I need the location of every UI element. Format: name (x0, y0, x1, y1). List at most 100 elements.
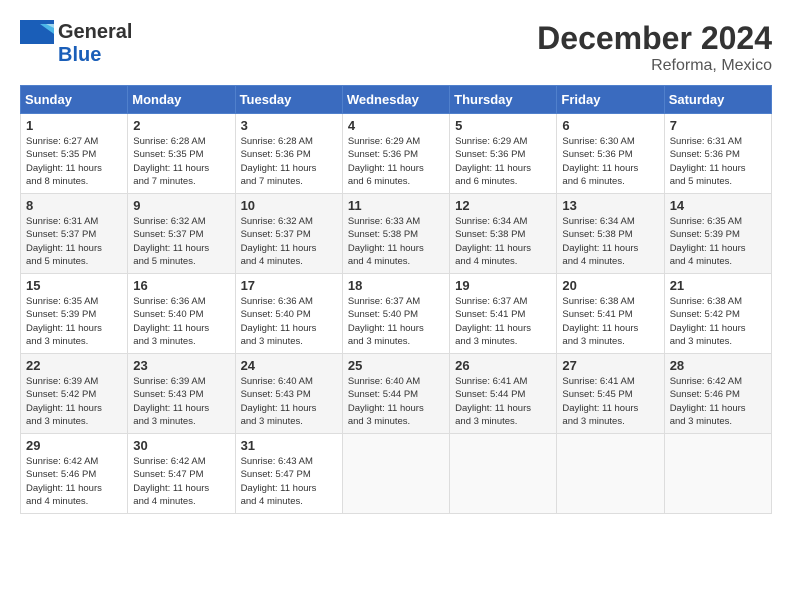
day-number: 6 (562, 118, 658, 133)
day-info: Sunrise: 6:30 AM Sunset: 5:36 PM Dayligh… (562, 135, 658, 188)
day-info: Sunrise: 6:29 AM Sunset: 5:36 PM Dayligh… (348, 135, 444, 188)
page-subtitle: Reforma, Mexico (537, 57, 772, 75)
day-number: 19 (455, 278, 551, 293)
table-row (450, 434, 557, 514)
table-row: 8 Sunrise: 6:31 AM Sunset: 5:37 PM Dayli… (21, 194, 128, 274)
day-number: 4 (348, 118, 444, 133)
day-info: Sunrise: 6:28 AM Sunset: 5:36 PM Dayligh… (241, 135, 337, 188)
day-info: Sunrise: 6:40 AM Sunset: 5:43 PM Dayligh… (241, 375, 337, 428)
day-number: 14 (670, 198, 766, 213)
calendar-row: 22 Sunrise: 6:39 AM Sunset: 5:42 PM Dayl… (21, 354, 772, 434)
day-number: 2 (133, 118, 229, 133)
day-info: Sunrise: 6:37 AM Sunset: 5:40 PM Dayligh… (348, 295, 444, 348)
calendar-row: 15 Sunrise: 6:35 AM Sunset: 5:39 PM Dayl… (21, 274, 772, 354)
day-number: 26 (455, 358, 551, 373)
day-number: 30 (133, 438, 229, 453)
page-title: December 2024 (537, 20, 772, 57)
col-tuesday: Tuesday (235, 86, 342, 114)
table-row: 25 Sunrise: 6:40 AM Sunset: 5:44 PM Dayl… (342, 354, 449, 434)
table-row: 18 Sunrise: 6:37 AM Sunset: 5:40 PM Dayl… (342, 274, 449, 354)
table-row: 19 Sunrise: 6:37 AM Sunset: 5:41 PM Dayl… (450, 274, 557, 354)
table-row: 26 Sunrise: 6:41 AM Sunset: 5:44 PM Dayl… (450, 354, 557, 434)
day-number: 13 (562, 198, 658, 213)
day-info: Sunrise: 6:42 AM Sunset: 5:46 PM Dayligh… (26, 455, 122, 508)
col-monday: Monday (128, 86, 235, 114)
day-info: Sunrise: 6:35 AM Sunset: 5:39 PM Dayligh… (670, 215, 766, 268)
day-info: Sunrise: 6:33 AM Sunset: 5:38 PM Dayligh… (348, 215, 444, 268)
day-number: 16 (133, 278, 229, 293)
table-row: 15 Sunrise: 6:35 AM Sunset: 5:39 PM Dayl… (21, 274, 128, 354)
table-row: 30 Sunrise: 6:42 AM Sunset: 5:47 PM Dayl… (128, 434, 235, 514)
day-info: Sunrise: 6:28 AM Sunset: 5:35 PM Dayligh… (133, 135, 229, 188)
day-number: 29 (26, 438, 122, 453)
day-number: 10 (241, 198, 337, 213)
table-row: 27 Sunrise: 6:41 AM Sunset: 5:45 PM Dayl… (557, 354, 664, 434)
table-row (557, 434, 664, 514)
table-row: 9 Sunrise: 6:32 AM Sunset: 5:37 PM Dayli… (128, 194, 235, 274)
day-number: 25 (348, 358, 444, 373)
table-row: 2 Sunrise: 6:28 AM Sunset: 5:35 PM Dayli… (128, 114, 235, 194)
calendar-row: 1 Sunrise: 6:27 AM Sunset: 5:35 PM Dayli… (21, 114, 772, 194)
logo: General Blue (20, 20, 132, 67)
day-info: Sunrise: 6:27 AM Sunset: 5:35 PM Dayligh… (26, 135, 122, 188)
table-row: 6 Sunrise: 6:30 AM Sunset: 5:36 PM Dayli… (557, 114, 664, 194)
table-row: 16 Sunrise: 6:36 AM Sunset: 5:40 PM Dayl… (128, 274, 235, 354)
table-row: 1 Sunrise: 6:27 AM Sunset: 5:35 PM Dayli… (21, 114, 128, 194)
day-info: Sunrise: 6:32 AM Sunset: 5:37 PM Dayligh… (241, 215, 337, 268)
day-number: 12 (455, 198, 551, 213)
logo-blue-text: Blue (58, 44, 101, 67)
col-sunday: Sunday (21, 86, 128, 114)
day-info: Sunrise: 6:42 AM Sunset: 5:47 PM Dayligh… (133, 455, 229, 508)
table-row: 24 Sunrise: 6:40 AM Sunset: 5:43 PM Dayl… (235, 354, 342, 434)
col-wednesday: Wednesday (342, 86, 449, 114)
day-info: Sunrise: 6:34 AM Sunset: 5:38 PM Dayligh… (455, 215, 551, 268)
table-row: 29 Sunrise: 6:42 AM Sunset: 5:46 PM Dayl… (21, 434, 128, 514)
day-number: 31 (241, 438, 337, 453)
day-number: 15 (26, 278, 122, 293)
day-number: 27 (562, 358, 658, 373)
day-number: 5 (455, 118, 551, 133)
day-info: Sunrise: 6:35 AM Sunset: 5:39 PM Dayligh… (26, 295, 122, 348)
table-row: 20 Sunrise: 6:38 AM Sunset: 5:41 PM Dayl… (557, 274, 664, 354)
col-friday: Friday (557, 86, 664, 114)
day-number: 17 (241, 278, 337, 293)
table-row: 31 Sunrise: 6:43 AM Sunset: 5:47 PM Dayl… (235, 434, 342, 514)
table-row: 4 Sunrise: 6:29 AM Sunset: 5:36 PM Dayli… (342, 114, 449, 194)
table-row: 17 Sunrise: 6:36 AM Sunset: 5:40 PM Dayl… (235, 274, 342, 354)
day-info: Sunrise: 6:37 AM Sunset: 5:41 PM Dayligh… (455, 295, 551, 348)
day-info: Sunrise: 6:41 AM Sunset: 5:45 PM Dayligh… (562, 375, 658, 428)
day-number: 18 (348, 278, 444, 293)
table-row: 11 Sunrise: 6:33 AM Sunset: 5:38 PM Dayl… (342, 194, 449, 274)
day-number: 23 (133, 358, 229, 373)
day-info: Sunrise: 6:38 AM Sunset: 5:41 PM Dayligh… (562, 295, 658, 348)
day-number: 8 (26, 198, 122, 213)
day-info: Sunrise: 6:41 AM Sunset: 5:44 PM Dayligh… (455, 375, 551, 428)
table-row: 14 Sunrise: 6:35 AM Sunset: 5:39 PM Dayl… (664, 194, 771, 274)
day-info: Sunrise: 6:36 AM Sunset: 5:40 PM Dayligh… (241, 295, 337, 348)
table-row: 21 Sunrise: 6:38 AM Sunset: 5:42 PM Dayl… (664, 274, 771, 354)
day-number: 7 (670, 118, 766, 133)
day-info: Sunrise: 6:39 AM Sunset: 5:42 PM Dayligh… (26, 375, 122, 428)
page-header: General Blue December 2024 Reforma, Mexi… (20, 20, 772, 75)
table-row: 12 Sunrise: 6:34 AM Sunset: 5:38 PM Dayl… (450, 194, 557, 274)
table-row: 13 Sunrise: 6:34 AM Sunset: 5:38 PM Dayl… (557, 194, 664, 274)
day-info: Sunrise: 6:34 AM Sunset: 5:38 PM Dayligh… (562, 215, 658, 268)
day-number: 28 (670, 358, 766, 373)
calendar-row: 8 Sunrise: 6:31 AM Sunset: 5:37 PM Dayli… (21, 194, 772, 274)
day-info: Sunrise: 6:42 AM Sunset: 5:46 PM Dayligh… (670, 375, 766, 428)
table-row: 10 Sunrise: 6:32 AM Sunset: 5:37 PM Dayl… (235, 194, 342, 274)
day-info: Sunrise: 6:38 AM Sunset: 5:42 PM Dayligh… (670, 295, 766, 348)
day-number: 24 (241, 358, 337, 373)
day-info: Sunrise: 6:43 AM Sunset: 5:47 PM Dayligh… (241, 455, 337, 508)
day-info: Sunrise: 6:40 AM Sunset: 5:44 PM Dayligh… (348, 375, 444, 428)
day-number: 1 (26, 118, 122, 133)
day-info: Sunrise: 6:29 AM Sunset: 5:36 PM Dayligh… (455, 135, 551, 188)
calendar-table: Sunday Monday Tuesday Wednesday Thursday… (20, 85, 772, 514)
table-row: 5 Sunrise: 6:29 AM Sunset: 5:36 PM Dayli… (450, 114, 557, 194)
table-row: 3 Sunrise: 6:28 AM Sunset: 5:36 PM Dayli… (235, 114, 342, 194)
day-info: Sunrise: 6:36 AM Sunset: 5:40 PM Dayligh… (133, 295, 229, 348)
col-thursday: Thursday (450, 86, 557, 114)
day-info: Sunrise: 6:32 AM Sunset: 5:37 PM Dayligh… (133, 215, 229, 268)
table-row (664, 434, 771, 514)
table-row (342, 434, 449, 514)
